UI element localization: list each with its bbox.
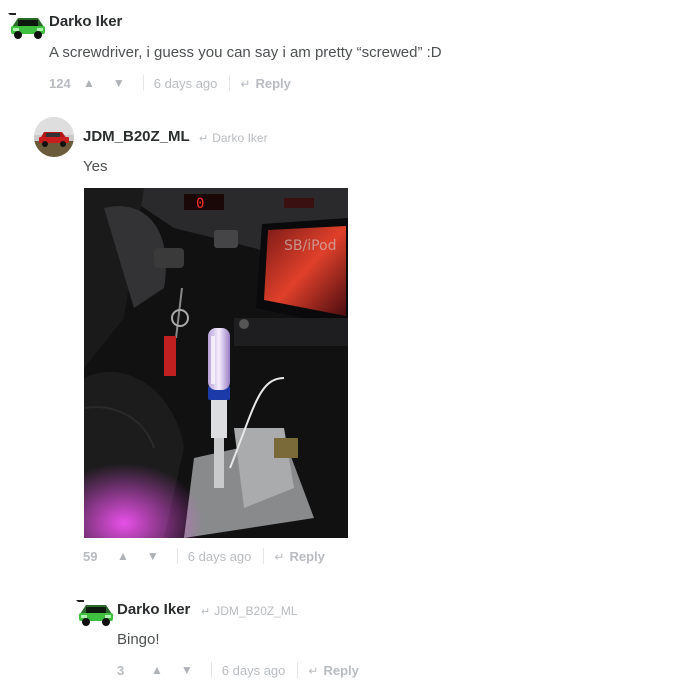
attached-image[interactable]: 0 SB/iPod — [84, 188, 348, 538]
reply-arrow-icon: ↵ — [240, 76, 251, 91]
reply-arrow-icon: ↵ — [274, 549, 285, 564]
reply-to[interactable]: ↵ JDM_B20Z_ML — [201, 604, 298, 618]
reply-label: Reply — [323, 662, 359, 678]
triangle-down-icon[interactable]: ▼ — [147, 549, 159, 563]
comment-text: A screwdriver, i guess you can say i am … — [49, 44, 442, 61]
comment-1: Darko Iker A screwdriver, i guess you ca… — [0, 0, 694, 100]
divider — [297, 662, 299, 678]
reply-arrow-icon: ↵ — [308, 663, 319, 678]
avatar-image — [8, 5, 48, 45]
avatar[interactable] — [76, 592, 116, 632]
reply-button[interactable]: ↵ Reply — [274, 549, 324, 564]
comment-3: Darko Iker ↵ JDM_B20Z_ML Bingo! 3 ▲ ▼ 6 d… — [0, 580, 694, 688]
comment-text: Bingo! — [117, 631, 160, 648]
comment-footer: 124 ▲ ▼ 6 days ago ↵ Reply — [49, 75, 291, 91]
svg-text:SB/iPod: SB/iPod — [284, 238, 337, 254]
timestamp-link[interactable]: 6 days ago — [188, 549, 252, 564]
svg-text:0: 0 — [196, 196, 204, 212]
car-interior-photo: 0 SB/iPod — [84, 188, 348, 538]
avatar-image — [76, 592, 116, 632]
vote-count: 59 — [83, 548, 98, 564]
avatar-image — [34, 117, 74, 157]
avatar[interactable] — [8, 5, 48, 45]
comment-footer: 3 ▲ ▼ 6 days ago ↵ Reply — [117, 662, 359, 678]
divider — [263, 548, 265, 564]
reply-to-author: JDM_B20Z_ML — [214, 604, 298, 618]
divider — [142, 75, 144, 91]
comment-2: JDM_B20Z_ML ↵ Darko Iker Yes 0 SB/iPod 5… — [0, 100, 694, 580]
divider — [176, 548, 178, 564]
avatar[interactable] — [34, 117, 74, 157]
reply-button[interactable]: ↵ Reply — [308, 663, 358, 678]
timestamp-link[interactable]: 6 days ago — [154, 76, 218, 91]
reply-to[interactable]: ↵ Darko Iker — [199, 131, 268, 145]
reply-arrow-icon: ↵ — [201, 606, 211, 618]
triangle-up-icon[interactable]: ▲ — [117, 549, 129, 563]
comment-author[interactable]: Darko Iker — [49, 13, 122, 30]
reply-label: Reply — [289, 548, 325, 564]
triangle-down-icon[interactable]: ▼ — [181, 663, 193, 677]
divider — [210, 662, 212, 678]
divider — [229, 75, 231, 91]
comment-author[interactable]: Darko Iker — [117, 601, 190, 618]
triangle-down-icon[interactable]: ▼ — [113, 76, 125, 90]
triangle-up-icon[interactable]: ▲ — [151, 663, 163, 677]
vote-count: 3 — [117, 662, 125, 678]
comment-text: Yes — [83, 158, 108, 175]
comment-author[interactable]: JDM_B20Z_ML — [83, 128, 190, 145]
reply-button[interactable]: ↵ Reply — [240, 76, 290, 91]
triangle-up-icon[interactable]: ▲ — [83, 76, 95, 90]
reply-arrow-icon: ↵ — [199, 133, 209, 145]
comment-footer: 59 ▲ ▼ 6 days ago ↵ Reply — [83, 548, 325, 564]
reply-label: Reply — [255, 75, 291, 91]
vote-count: 124 — [49, 75, 71, 91]
reply-to-author: Darko Iker — [212, 131, 268, 145]
timestamp-link[interactable]: 6 days ago — [222, 663, 286, 678]
